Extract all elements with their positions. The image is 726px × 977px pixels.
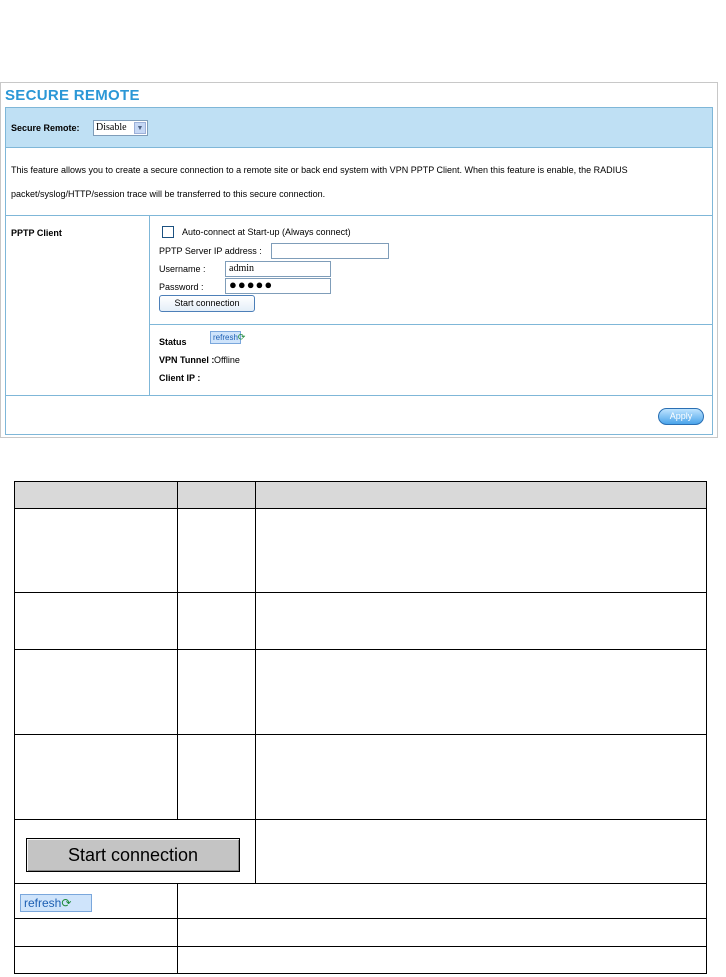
refresh-label: refresh — [213, 333, 238, 342]
page-title: SECURE REMOTE — [5, 87, 140, 104]
table-border — [706, 481, 707, 974]
auto-connect-checkbox[interactable] — [162, 226, 174, 238]
parameter-table: Start connection refresh⟳ — [14, 481, 707, 974]
table-border — [14, 883, 707, 884]
server-ip-label: PPTP Server IP address : — [159, 246, 262, 256]
secure-remote-panel: SECURE REMOTE Secure Remote: Disable ▼ T… — [0, 82, 718, 438]
vpn-tunnel-value: Offline — [214, 355, 240, 365]
start-connection-button-image: Start connection — [26, 838, 240, 872]
table-border — [14, 918, 707, 919]
username-input[interactable]: admin — [225, 261, 331, 277]
column-divider — [149, 216, 150, 395]
table-border — [14, 481, 707, 482]
table-border — [14, 819, 707, 820]
pptp-client-label: PPTP Client — [11, 228, 62, 238]
start-connection-button[interactable]: Start connection — [159, 295, 255, 312]
chevron-down-icon[interactable]: ▼ — [134, 122, 146, 134]
password-mask: ●●●●● — [229, 277, 274, 292]
refresh-button[interactable]: refresh⟳ — [210, 331, 245, 344]
secure-remote-value: Disable — [96, 122, 127, 133]
table-border — [255, 481, 256, 883]
table-border — [14, 734, 707, 735]
feature-description: This feature allows you to create a secu… — [11, 165, 628, 199]
refresh-icon: ⟳ — [61, 896, 72, 910]
apply-button[interactable]: Apply — [658, 408, 704, 425]
table-border — [177, 883, 178, 974]
table-header — [14, 481, 707, 508]
refresh-button-image: refresh⟳ — [20, 894, 92, 912]
table-border — [14, 592, 707, 593]
username-label: Username : — [159, 264, 206, 274]
client-ip-label: Client IP : — [159, 373, 201, 383]
vpn-tunnel-label: VPN Tunnel : — [159, 355, 215, 365]
auto-connect-label: Auto-connect at Start-up (Always connect… — [182, 227, 351, 237]
password-label: Password : — [159, 282, 204, 292]
status-label: Status — [159, 337, 187, 347]
secure-remote-row: Secure Remote: Disable ▼ — [6, 108, 712, 148]
table-border — [14, 649, 707, 650]
password-input[interactable]: ●●●●● — [225, 277, 331, 294]
refresh-icon: ⟳ — [237, 332, 246, 342]
table-border — [177, 481, 178, 819]
settings-form: Secure Remote: Disable ▼ This feature al… — [5, 107, 713, 435]
username-value: admin — [229, 263, 254, 274]
table-border — [14, 946, 707, 947]
table-border — [14, 508, 707, 509]
table-border — [14, 481, 15, 974]
secure-remote-label: Secure Remote: — [11, 123, 80, 133]
description-row: This feature allows you to create a secu… — [6, 148, 712, 216]
section-divider — [149, 324, 712, 325]
server-ip-input[interactable] — [271, 243, 389, 259]
pptp-client-row: PPTP Client Auto-connect at Start-up (Al… — [6, 216, 712, 396]
refresh-label: refresh — [24, 896, 62, 910]
secure-remote-select[interactable]: Disable ▼ — [93, 120, 148, 136]
table-border — [14, 973, 707, 974]
